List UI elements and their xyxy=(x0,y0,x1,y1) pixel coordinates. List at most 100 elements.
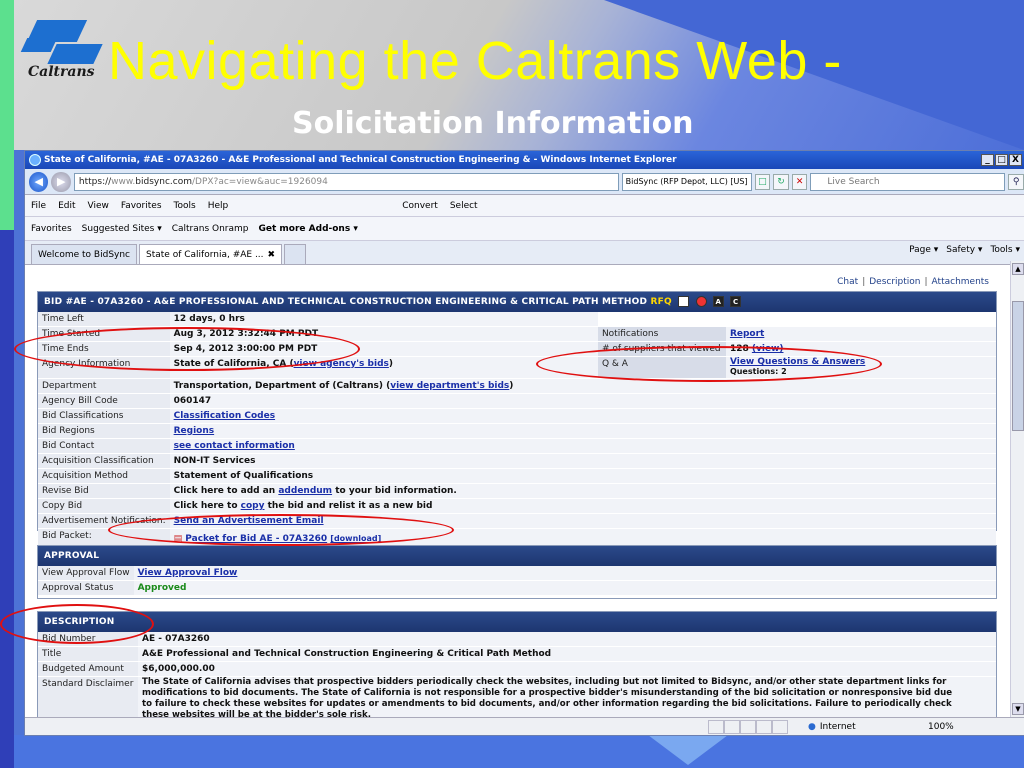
acquisition-method-label: Acquisition Method xyxy=(38,468,170,484)
table-row: Approval Status Approved xyxy=(38,580,996,596)
view-department-bids-link[interactable]: view department's bids xyxy=(390,381,509,391)
disclaimer-line: The State of California advises that pro… xyxy=(142,677,947,687)
addendum-link[interactable]: addendum xyxy=(278,486,332,496)
classification-codes-link[interactable]: Classification Codes xyxy=(174,411,275,421)
questions-count: Questions: 2 xyxy=(729,367,787,376)
description-link[interactable]: Description xyxy=(869,277,920,287)
description-panel: DESCRIPTION Bid Number AE - 07A3260 Titl… xyxy=(37,611,997,718)
revise-bid-label: Revise Bid xyxy=(38,483,170,499)
chat-link[interactable]: Chat xyxy=(837,277,858,287)
forward-button[interactable]: ▶ xyxy=(51,171,71,192)
table-row: Acquisition Method Statement of Qualific… xyxy=(38,468,996,484)
send-ad-email-link[interactable]: Send an Advertisement Email xyxy=(174,516,324,526)
menu-file[interactable]: File xyxy=(31,201,46,211)
zone-label: Internet xyxy=(819,721,856,732)
time-started-label: Time Started xyxy=(38,326,170,342)
scroll-up-icon[interactable]: ▲ xyxy=(1012,263,1024,275)
tab-bar: Welcome to BidSync State of California, … xyxy=(25,241,1024,265)
tab-close-icon[interactable]: ✖ xyxy=(268,250,276,260)
view-qa-link[interactable]: View Questions & Answers xyxy=(730,357,865,367)
description-panel-header: DESCRIPTION xyxy=(38,612,996,632)
favorites-button[interactable]: Favorites xyxy=(31,224,72,234)
back-button[interactable]: ◀ xyxy=(29,171,49,192)
tab-bid[interactable]: State of California, #AE ... ✖ xyxy=(139,244,283,264)
table-row: Advertisement Notification: Send an Adve… xyxy=(38,513,996,529)
security-zone: ● Internet xyxy=(808,722,918,732)
table-row: Bid Regions Regions xyxy=(38,423,996,439)
scroll-down-icon[interactable]: ▼ xyxy=(1012,703,1024,715)
c-icon[interactable]: C xyxy=(730,296,742,307)
stop-icon[interactable]: ✕ xyxy=(791,173,808,190)
search-input[interactable]: Live Search xyxy=(810,172,1006,191)
time-left-label: Time Left xyxy=(38,312,170,327)
table-row: Time Ends Sep 4, 2012 3:00:00 PM PDT # o… xyxy=(38,341,996,357)
rfq-badge: RFQ xyxy=(650,297,672,307)
menu-tools[interactable]: Tools xyxy=(174,201,196,211)
new-tab-button[interactable] xyxy=(284,244,307,264)
tab-welcome[interactable]: Welcome to BidSync xyxy=(31,244,138,264)
report-link[interactable]: Report xyxy=(730,329,764,339)
caltrans-logo: Caltrans xyxy=(20,16,103,86)
table-row: Standard Disclaimer The State of Califor… xyxy=(38,676,996,718)
tools-menu[interactable]: Tools ▾ xyxy=(990,245,1020,255)
menu-edit[interactable]: Edit xyxy=(58,201,75,211)
time-started-value: Aug 3, 2012 3:32:44 PM PDT xyxy=(169,326,598,342)
scroll-thumb[interactable] xyxy=(1012,301,1024,431)
contact-information-link[interactable]: see contact information xyxy=(174,441,295,451)
bid-regions-label: Bid Regions xyxy=(38,423,170,439)
time-ends-value: Sep 4, 2012 3:00:00 PM PDT xyxy=(169,341,598,357)
page-menu[interactable]: Page ▾ xyxy=(909,245,938,255)
vertical-scrollbar[interactable]: ▲ ▼ xyxy=(1010,261,1024,717)
approval-status-label: Approval Status xyxy=(38,580,134,596)
close-button[interactable]: X xyxy=(1009,154,1022,166)
a-icon[interactable]: A xyxy=(712,296,724,307)
command-bar: Page ▾ Safety ▾ Tools ▾ xyxy=(909,245,1020,255)
ie-icon xyxy=(29,154,41,166)
attachments-link[interactable]: Attachments xyxy=(932,277,989,287)
view-suppliers-link[interactable]: (view) xyxy=(752,344,784,354)
search-icon[interactable]: ⚲ xyxy=(1008,173,1024,190)
view-agency-bids-link[interactable]: view agency's bids xyxy=(294,359,389,369)
download-link[interactable]: [download] xyxy=(330,534,381,543)
favorites-item-caltrans[interactable]: Caltrans Onramp xyxy=(172,224,249,234)
minimize-button[interactable]: _ xyxy=(981,154,994,166)
disclaimer-line: to failure to check these websites for u… xyxy=(142,699,952,709)
approval-flow-label: View Approval Flow xyxy=(38,566,134,581)
approval-table: View Approval Flow View Approval Flow Ap… xyxy=(38,566,996,596)
favorites-item-addons[interactable]: Get more Add-ons ▾ xyxy=(259,224,358,234)
disclaimer-label: Standard Disclaimer xyxy=(38,676,138,718)
view-approval-flow-link[interactable]: View Approval Flow xyxy=(138,568,238,578)
convert-button[interactable]: Convert xyxy=(402,201,438,211)
menu-view[interactable]: View xyxy=(88,201,109,211)
address-bar[interactable]: https://www. bidsync.com/DPX?ac=view&auc=… xyxy=(73,172,619,191)
zoom-level[interactable]: 100% xyxy=(928,722,954,732)
maximize-button[interactable]: □ xyxy=(995,154,1008,166)
menu-favorites[interactable]: Favorites xyxy=(121,201,162,211)
safety-menu[interactable]: Safety ▾ xyxy=(946,245,982,255)
accessibility-icon[interactable] xyxy=(695,296,707,307)
menu-help[interactable]: Help xyxy=(208,201,229,211)
regions-link[interactable]: Regions xyxy=(174,426,215,436)
security-certificate[interactable]: BidSync (RFP Depot, LLC) [US] xyxy=(621,172,752,191)
table-row: Copy Bid Click here to copy the bid and … xyxy=(38,498,996,514)
copy-link[interactable]: copy xyxy=(241,501,265,511)
bid-number-label: Bid Number xyxy=(38,632,138,647)
compatibility-icon[interactable]: □ xyxy=(754,173,771,190)
favorites-item-suggested[interactable]: Suggested Sites ▾ xyxy=(82,224,162,234)
window-titlebar: State of California, #AE - 07A3260 - A&E… xyxy=(25,151,1024,169)
table-row: Bid Classifications Classification Codes xyxy=(38,408,996,424)
budgeted-amount-value: $6,000,000.00 xyxy=(138,661,996,677)
table-row: Agency Bill Code 060147 xyxy=(38,393,996,409)
bid-packet-link[interactable]: Packet for Bid AE - 07A3260 xyxy=(185,534,327,544)
select-button[interactable]: Select xyxy=(450,201,478,211)
document-icon[interactable] xyxy=(678,296,690,307)
refresh-icon[interactable]: ↻ xyxy=(773,173,789,190)
address-toolbar: ◀ ▶ https://www. bidsync.com/DPX?ac=view&… xyxy=(25,169,1024,195)
address-path: /DPX?ac=view&auc=1926094 xyxy=(191,176,328,187)
slide-bottom-triangle xyxy=(648,735,728,765)
address-host: www. xyxy=(111,176,136,187)
agency-bill-code-label: Agency Bill Code xyxy=(38,393,170,409)
department-label: Department xyxy=(38,378,170,394)
table-row: Bid Number AE - 07A3260 xyxy=(38,632,996,647)
browser-window: State of California, #AE - 07A3260 - A&E… xyxy=(24,150,1024,736)
